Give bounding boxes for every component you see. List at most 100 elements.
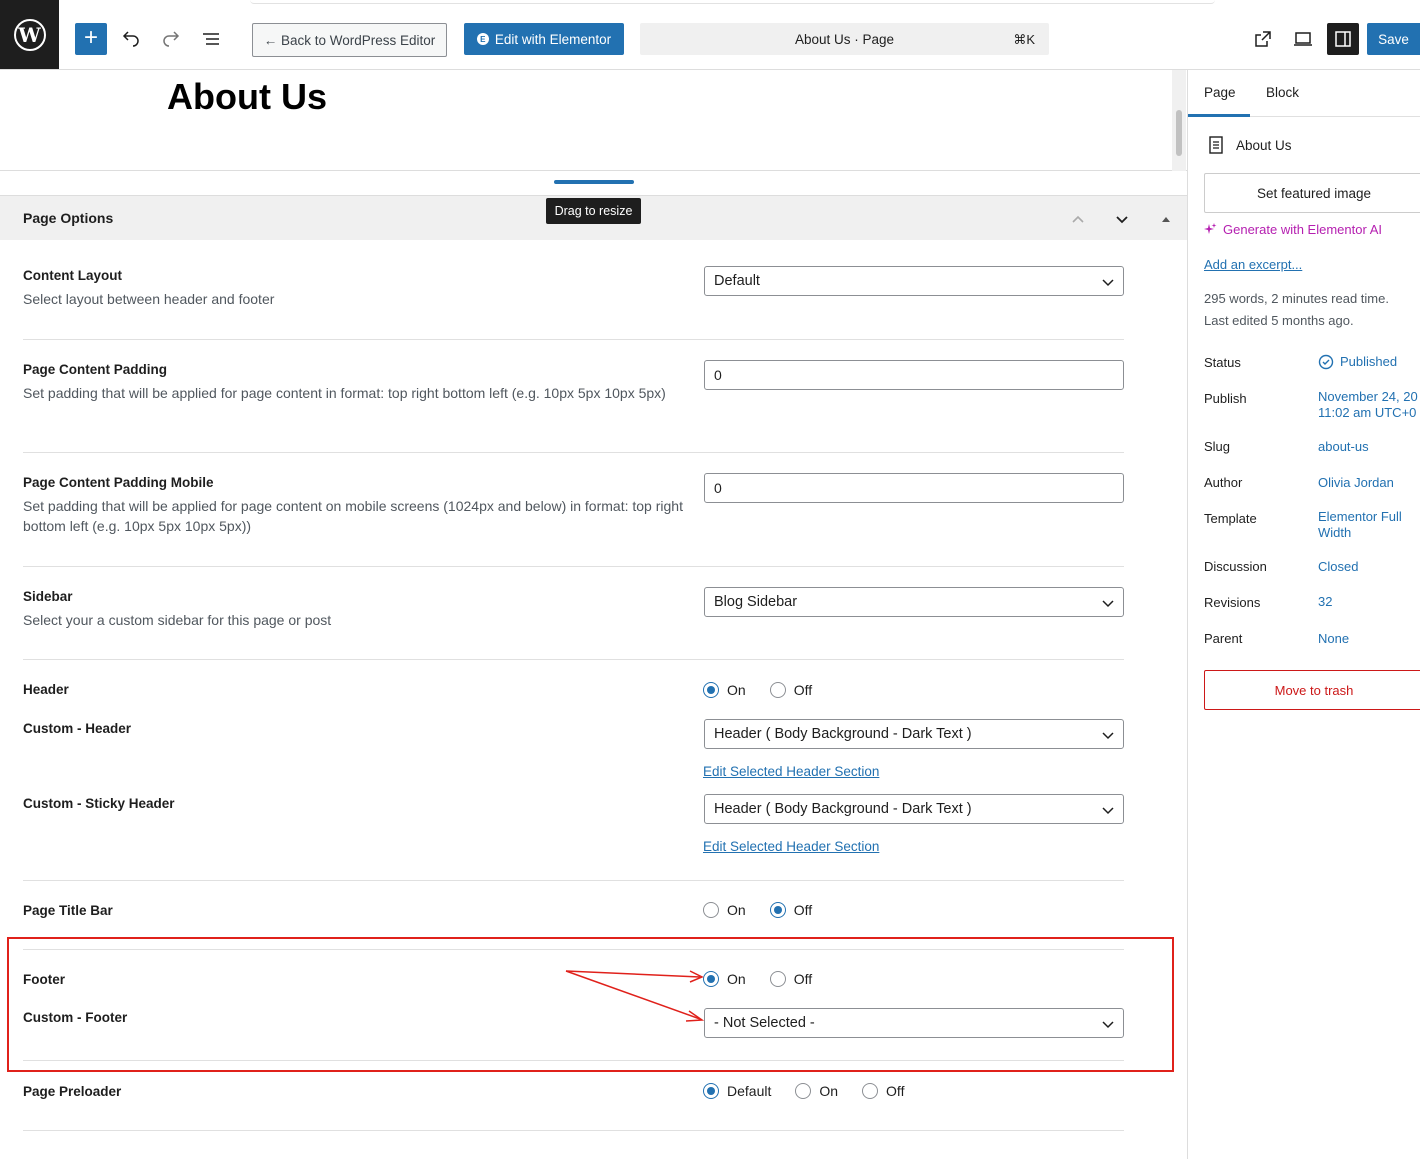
custom-sticky-header-value: Header ( Body Background - Dark Text ) bbox=[714, 801, 972, 817]
list-view-icon bbox=[203, 33, 219, 45]
add-excerpt-link[interactable]: Add an excerpt... bbox=[1204, 257, 1302, 272]
last-edited: Last edited 5 months ago. bbox=[1204, 313, 1354, 328]
document-title: About Us bbox=[1236, 137, 1292, 153]
triangle-up-icon bbox=[1162, 217, 1170, 222]
custom-sticky-header-label: Custom - Sticky Header bbox=[23, 796, 175, 811]
wordpress-logo-button[interactable]: W bbox=[0, 0, 59, 69]
sidebar-option-label: Sidebar bbox=[23, 589, 73, 604]
page-content-padding-mobile-input[interactable]: 0 bbox=[704, 473, 1124, 503]
title-bar-off-option[interactable]: Off bbox=[769, 902, 813, 918]
settings-sidebar: Page Block About Us Set featured image G… bbox=[1187, 70, 1420, 1159]
preloader-radio-group: Default On Off bbox=[703, 1083, 928, 1099]
move-up-button[interactable] bbox=[1066, 207, 1090, 231]
generate-with-elementor-ai-link[interactable]: Generate with Elementor AI bbox=[1204, 222, 1382, 237]
custom-sticky-header-select[interactable]: Header ( Body Background - Dark Text ) bbox=[704, 794, 1124, 824]
title-area: About Us bbox=[0, 70, 1187, 171]
page-icon bbox=[1209, 136, 1223, 154]
preloader-default-radio[interactable] bbox=[703, 1083, 719, 1099]
publish-date-button[interactable]: November 24, 20 11:02 am UTC+0 bbox=[1318, 389, 1418, 421]
header-option-label: Header bbox=[23, 682, 69, 697]
header-on-option[interactable]: On bbox=[703, 682, 746, 698]
title-bar-radio-group: On Off bbox=[703, 902, 836, 918]
save-button[interactable]: Save bbox=[1367, 23, 1420, 55]
scrollbar-thumb[interactable] bbox=[1176, 110, 1182, 156]
redo-button[interactable] bbox=[156, 23, 186, 55]
set-featured-image-button[interactable]: Set featured image bbox=[1204, 173, 1420, 213]
undo-button[interactable] bbox=[116, 23, 146, 55]
page-options-title: Page Options bbox=[23, 210, 114, 226]
publish-date: November 24, 20 bbox=[1318, 389, 1418, 404]
sidebar-select[interactable]: Blog Sidebar bbox=[704, 587, 1124, 617]
preloader-default-option[interactable]: Default bbox=[703, 1083, 771, 1099]
move-down-button[interactable] bbox=[1110, 207, 1134, 231]
page-title[interactable]: About Us bbox=[167, 76, 327, 118]
page-title-bar-label: Page Title Bar bbox=[23, 903, 113, 918]
preloader-off-label: Off bbox=[886, 1083, 905, 1099]
preloader-on-option[interactable]: On bbox=[795, 1083, 838, 1099]
preloader-on-label: On bbox=[819, 1083, 839, 1099]
edit-with-elementor-button[interactable]: E Edit with Elementor bbox=[464, 23, 624, 55]
annotation-arrows bbox=[565, 970, 705, 1022]
custom-header-label: Custom - Header bbox=[23, 721, 132, 736]
desktop-icon bbox=[1294, 32, 1312, 46]
preloader-on-radio[interactable] bbox=[795, 1083, 812, 1099]
chevron-up-icon bbox=[1072, 215, 1084, 223]
add-block-button[interactable]: + bbox=[75, 23, 107, 55]
page-content-padding-desc: Set padding that will be applied for pag… bbox=[23, 385, 666, 401]
command-palette-button[interactable]: About Us · Page ⌘K bbox=[640, 23, 1049, 55]
slug-value[interactable]: about-us bbox=[1318, 439, 1369, 455]
edit-sticky-header-section-link[interactable]: Edit Selected Header Section bbox=[703, 839, 879, 854]
generate-ai-label: Generate with Elementor AI bbox=[1223, 222, 1382, 237]
tab-block[interactable]: Block bbox=[1266, 85, 1299, 100]
discussion-value[interactable]: Closed bbox=[1318, 559, 1358, 575]
revisions-value[interactable]: 32 bbox=[1318, 594, 1332, 610]
preview-device-button[interactable] bbox=[1287, 23, 1319, 55]
command-shortcut: ⌘K bbox=[1013, 32, 1035, 47]
canvas-scrollbar[interactable] bbox=[1172, 70, 1186, 171]
status-label: Status bbox=[1204, 355, 1241, 370]
parent-value[interactable]: None bbox=[1318, 631, 1349, 647]
status-value-button[interactable]: Published bbox=[1318, 354, 1397, 370]
collapse-panel-button[interactable] bbox=[1154, 207, 1178, 231]
header-on-radio[interactable] bbox=[703, 682, 719, 698]
preloader-off-option[interactable]: Off bbox=[862, 1083, 904, 1099]
preloader-off-radio[interactable] bbox=[862, 1083, 879, 1099]
back-to-wordpress-editor-button[interactable]: ← Back to WordPress Editor bbox=[252, 23, 447, 57]
settings-toggle-button[interactable] bbox=[1327, 23, 1359, 55]
edit-header-section-link[interactable]: Edit Selected Header Section bbox=[703, 764, 879, 779]
custom-header-select[interactable]: Header ( Body Background - Dark Text ) bbox=[704, 719, 1124, 749]
chevron-down-icon bbox=[1102, 600, 1114, 608]
sidebar-select-value: Blog Sidebar bbox=[714, 594, 798, 610]
page-content-padding-label: Page Content Padding bbox=[23, 362, 168, 377]
move-to-trash-button[interactable]: Move to trash bbox=[1204, 670, 1420, 710]
document-overview-button[interactable] bbox=[196, 23, 226, 55]
author-label: Author bbox=[1204, 475, 1243, 490]
divider bbox=[23, 1130, 1124, 1131]
view-page-button[interactable] bbox=[1247, 23, 1279, 55]
header-off-radio[interactable] bbox=[769, 682, 786, 698]
page-content-padding-input[interactable]: 0 bbox=[704, 360, 1124, 390]
author-value[interactable]: Olivia Jordan bbox=[1318, 475, 1394, 491]
content-layout-select[interactable]: Default bbox=[704, 266, 1124, 296]
title-bar-on-option[interactable]: On bbox=[703, 902, 746, 918]
sparkle-icon bbox=[1204, 223, 1217, 234]
page-content-padding-mobile-desc: Set padding that will be applied for pag… bbox=[23, 498, 683, 534]
editor-toolbar: W + ← Back to WordPress Editor E Edit wi… bbox=[0, 0, 1420, 70]
tab-page[interactable]: Page bbox=[1204, 85, 1236, 100]
divider bbox=[23, 339, 1124, 340]
check-circle-icon bbox=[1318, 354, 1334, 370]
header-off-option[interactable]: Off bbox=[769, 682, 812, 698]
external-link-icon bbox=[1255, 31, 1271, 47]
elementor-icon: E bbox=[476, 33, 489, 45]
template-value-button[interactable]: Elementor Full Width bbox=[1318, 509, 1402, 541]
parent-label: Parent bbox=[1204, 631, 1243, 646]
wordpress-icon: W bbox=[13, 18, 46, 51]
title-bar-off-radio[interactable] bbox=[769, 902, 786, 918]
resize-handle[interactable] bbox=[554, 180, 634, 184]
title-bar-off-label: Off bbox=[793, 902, 813, 918]
slug-label: Slug bbox=[1204, 439, 1231, 454]
page-content-padding-mobile-label: Page Content Padding Mobile bbox=[23, 475, 214, 490]
content-layout-label: Content Layout bbox=[23, 268, 122, 283]
title-bar-on-radio[interactable] bbox=[703, 902, 719, 918]
editor-canvas: About Us Page Options Drag to resize Con… bbox=[0, 70, 1187, 1159]
